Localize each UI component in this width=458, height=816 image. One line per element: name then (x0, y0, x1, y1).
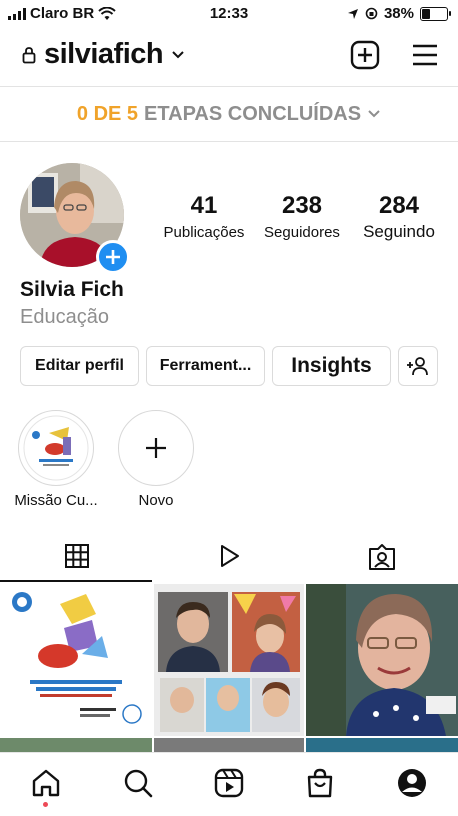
highlight-label: Novo (138, 492, 174, 509)
post-tile[interactable] (154, 584, 304, 736)
post-tile[interactable] (306, 584, 458, 736)
stat-value: 238 (281, 192, 323, 219)
steps-count: 0 DE 5 (76, 102, 139, 125)
steps-label: ETAPAS CONCLUÍDAS (144, 102, 362, 125)
steps-banner[interactable]: 0 DE 5 ETAPAS CONCLUÍDAS (0, 86, 458, 142)
post-tile[interactable] (306, 738, 458, 752)
new-post-icon[interactable] (350, 40, 380, 70)
stat-followers[interactable]: 238 Seguidores (256, 192, 348, 241)
bottom-nav (0, 752, 458, 816)
plus-icon (146, 438, 166, 458)
menu-icon[interactable] (410, 40, 440, 70)
battery-percent: 38% (383, 5, 414, 22)
grid-icon[interactable] (64, 543, 90, 569)
post-image (306, 584, 458, 736)
add-story-button[interactable] (96, 240, 130, 274)
plus-icon (106, 250, 120, 264)
tagged-icon[interactable] (368, 543, 396, 571)
stat-following[interactable]: 284 Seguindo (352, 192, 446, 242)
new-highlight-button[interactable] (118, 410, 194, 486)
clock: 12:33 (209, 5, 249, 22)
edit-profile-button[interactable]: Editar perfil (20, 346, 139, 386)
profile-category: Educação (20, 306, 109, 328)
highlight-cover (23, 415, 89, 481)
reels-icon[interactable] (213, 767, 245, 799)
orientation-lock-icon (365, 7, 378, 20)
stat-value: 284 (378, 192, 420, 219)
account-switcher[interactable]: silviafich (22, 38, 185, 71)
location-icon (347, 8, 358, 19)
add-person-icon (407, 357, 428, 376)
tools-button[interactable]: Ferrament... (146, 346, 265, 386)
stat-posts[interactable]: 41 Publicações (160, 192, 248, 241)
stat-value: 41 (190, 192, 218, 219)
profile-tabs (0, 533, 458, 583)
post-tile[interactable] (0, 738, 152, 752)
highlight-missao[interactable] (18, 410, 94, 486)
post-image (0, 584, 152, 736)
profile-icon[interactable] (396, 767, 428, 799)
status-bar: Claro BR 12:33 38% (0, 0, 458, 28)
battery-icon (420, 6, 451, 21)
discover-people-button[interactable] (398, 346, 438, 386)
shop-icon[interactable] (304, 767, 336, 799)
stat-label: Seguindo (363, 222, 435, 241)
profile-header: silviafich (0, 30, 458, 82)
stat-label: Seguidores (264, 224, 340, 241)
home-icon[interactable] (30, 767, 62, 799)
search-icon[interactable] (122, 767, 154, 799)
lock-icon (22, 46, 36, 63)
post-tile[interactable] (154, 738, 304, 752)
chevron-down-icon (368, 110, 380, 118)
post-image (154, 584, 304, 736)
username: silviafich (44, 38, 164, 70)
reels-icon[interactable] (216, 543, 242, 569)
profile-name: Silvia Fich (20, 278, 124, 301)
highlight-label: Missão Cu... (14, 492, 98, 509)
stat-label: Publicações (163, 224, 245, 241)
active-tab-indicator (0, 580, 152, 582)
insights-button[interactable]: Insights (272, 346, 391, 386)
chevron-down-icon (172, 50, 184, 58)
post-tile[interactable] (0, 584, 152, 736)
notification-dot (43, 802, 48, 807)
